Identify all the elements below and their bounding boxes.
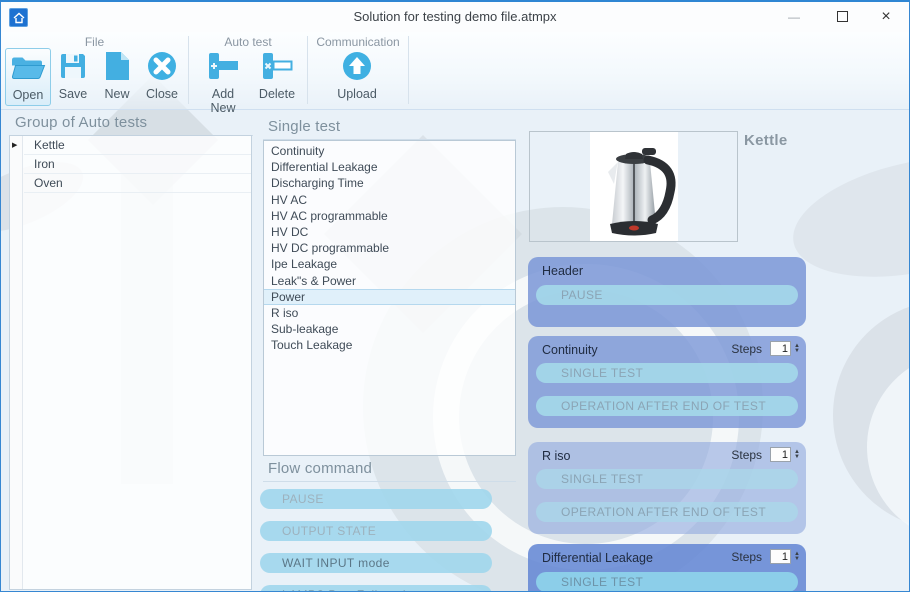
delete-icon bbox=[254, 48, 300, 84]
single-test-item[interactable]: HV DC programmable bbox=[264, 240, 515, 256]
open-button-label: Open bbox=[6, 88, 50, 102]
close-file-icon bbox=[139, 48, 185, 84]
differential-leakage-single-test-button[interactable]: SINGLE TEST bbox=[536, 572, 798, 592]
single-test-item[interactable]: Continuity bbox=[264, 143, 515, 159]
save-button[interactable]: Save bbox=[50, 48, 96, 106]
single-test-item[interactable]: Touch Leakage bbox=[264, 337, 515, 353]
single-test-item[interactable]: Ipe Leakage bbox=[264, 256, 515, 272]
left-panel-title: Group of Auto tests bbox=[9, 114, 253, 136]
close-file-button[interactable]: Close bbox=[139, 48, 185, 106]
upload-button-label: Upload bbox=[334, 87, 380, 101]
card-title: Header bbox=[542, 264, 583, 278]
save-button-label: Save bbox=[50, 87, 96, 101]
single-test-title: Single test bbox=[263, 118, 516, 140]
single-test-item[interactable]: Differential Leakage bbox=[264, 159, 515, 175]
delete-button[interactable]: Delete bbox=[254, 48, 300, 106]
r-iso-operation-after-end-button[interactable]: OPERATION AFTER END OF TEST bbox=[536, 502, 798, 522]
new-button[interactable]: New bbox=[94, 48, 140, 106]
watermark-disc-icon bbox=[833, 300, 910, 530]
delete-button-label: Delete bbox=[254, 87, 300, 101]
card-title: Differential Leakage bbox=[542, 551, 653, 565]
single-test-item[interactable]: Discharging Time bbox=[264, 175, 515, 191]
group-item-iron[interactable]: Iron bbox=[24, 155, 251, 174]
group-caption-autotest: Auto test bbox=[189, 35, 307, 49]
watermark-disc-icon bbox=[867, 352, 910, 542]
group-item-label: Oven bbox=[34, 176, 63, 190]
steps-input[interactable]: 1 bbox=[770, 549, 791, 564]
add-new-button[interactable]: Add New bbox=[200, 48, 246, 106]
toolbar-separator bbox=[307, 36, 308, 104]
open-button[interactable]: Open bbox=[5, 48, 51, 106]
steps-control: Steps 1 ▲▼ bbox=[731, 447, 800, 462]
save-icon bbox=[50, 48, 96, 84]
card-differential-leakage: Differential Leakage Steps 1 ▲▼ SINGLE T… bbox=[528, 544, 806, 592]
flow-command-wait-input[interactable]: WAIT INPUT mode bbox=[260, 553, 492, 573]
maximize-icon bbox=[837, 11, 848, 22]
toolbar-separator bbox=[188, 36, 189, 104]
group-caption-file: File bbox=[1, 35, 188, 49]
group-item-label: Kettle bbox=[34, 138, 65, 152]
steps-label: Steps bbox=[731, 342, 762, 356]
continuity-operation-after-end-button[interactable]: OPERATION AFTER END OF TEST bbox=[536, 396, 798, 416]
steps-down-icon[interactable]: ▼ bbox=[794, 455, 800, 460]
header-pause-button[interactable]: PAUSE bbox=[536, 285, 798, 305]
steps-input[interactable]: 1 bbox=[770, 447, 791, 462]
close-file-button-label: Close bbox=[139, 87, 185, 101]
steps-control: Steps 1 ▲▼ bbox=[731, 549, 800, 564]
current-row-marker-icon: ▶ bbox=[12, 136, 17, 155]
flow-command-title: Flow command bbox=[263, 460, 516, 482]
single-test-item[interactable]: Leak"s & Power bbox=[264, 273, 515, 289]
single-test-item[interactable]: HV AC bbox=[264, 192, 515, 208]
card-title: Continuity bbox=[542, 343, 598, 357]
upload-button[interactable]: Upload bbox=[334, 48, 380, 106]
ribbon-toolbar: File Auto test Communication Open bbox=[1, 32, 909, 110]
steps-input[interactable]: 1 bbox=[770, 341, 791, 356]
steps-down-icon[interactable]: ▼ bbox=[794, 557, 800, 562]
group-caption-communication: Communication bbox=[308, 35, 408, 49]
open-folder-icon bbox=[6, 49, 50, 85]
group-item-label: Iron bbox=[34, 157, 55, 171]
maximize-button[interactable] bbox=[825, 2, 859, 31]
card-header: Header PAUSE bbox=[528, 257, 806, 327]
single-test-list: Continuity Differential Leakage Discharg… bbox=[263, 140, 516, 456]
flow-command-pause[interactable]: PAUSE bbox=[260, 489, 492, 509]
card-continuity: Continuity Steps 1 ▲▼ SINGLE TEST OPERAT… bbox=[528, 336, 806, 428]
new-document-icon bbox=[94, 48, 140, 84]
steps-label: Steps bbox=[731, 448, 762, 462]
minimize-button[interactable]: — bbox=[777, 2, 811, 31]
steps-down-icon[interactable]: ▼ bbox=[794, 349, 800, 354]
toolbar-separator bbox=[408, 36, 409, 104]
auto-test-group-list: ▶ Kettle Iron Oven bbox=[9, 135, 252, 590]
single-test-item[interactable]: HV DC bbox=[264, 224, 515, 240]
card-title: R iso bbox=[542, 449, 570, 463]
flow-command-output-state[interactable]: OUTPUT STATE bbox=[260, 521, 492, 541]
window-title: Solution for testing demo file.atmpx bbox=[1, 9, 909, 24]
flow-command-lamps-passfail[interactable]: LAMPS PassFail mode bbox=[260, 585, 492, 592]
row-selector-gutter bbox=[10, 136, 23, 589]
single-test-item[interactable]: HV AC programmable bbox=[264, 208, 515, 224]
r-iso-single-test-button[interactable]: SINGLE TEST bbox=[536, 469, 798, 489]
steps-control: Steps 1 ▲▼ bbox=[731, 341, 800, 356]
add-new-button-label: Add New bbox=[200, 87, 246, 115]
kettle-image bbox=[530, 132, 739, 241]
app-window: Solution for testing demo file.atmpx — ×… bbox=[0, 0, 910, 592]
card-r-iso: R iso Steps 1 ▲▼ SINGLE TEST OPERATION A… bbox=[528, 442, 806, 534]
single-test-item-selected[interactable]: Power bbox=[264, 289, 515, 305]
device-label: Kettle bbox=[744, 132, 787, 149]
title-bar: Solution for testing demo file.atmpx — × bbox=[1, 2, 909, 32]
group-item-oven[interactable]: Oven bbox=[24, 174, 251, 193]
upload-icon bbox=[334, 48, 380, 84]
single-test-item[interactable]: Sub-leakage bbox=[264, 321, 515, 337]
continuity-single-test-button[interactable]: SINGLE TEST bbox=[536, 363, 798, 383]
add-new-icon bbox=[200, 48, 246, 84]
device-image-box bbox=[529, 131, 738, 242]
steps-label: Steps bbox=[731, 550, 762, 564]
close-window-button[interactable]: × bbox=[869, 2, 903, 31]
group-item-kettle[interactable]: ▶ Kettle bbox=[24, 136, 251, 155]
new-button-label: New bbox=[94, 87, 140, 101]
single-test-item[interactable]: R iso bbox=[264, 305, 515, 321]
